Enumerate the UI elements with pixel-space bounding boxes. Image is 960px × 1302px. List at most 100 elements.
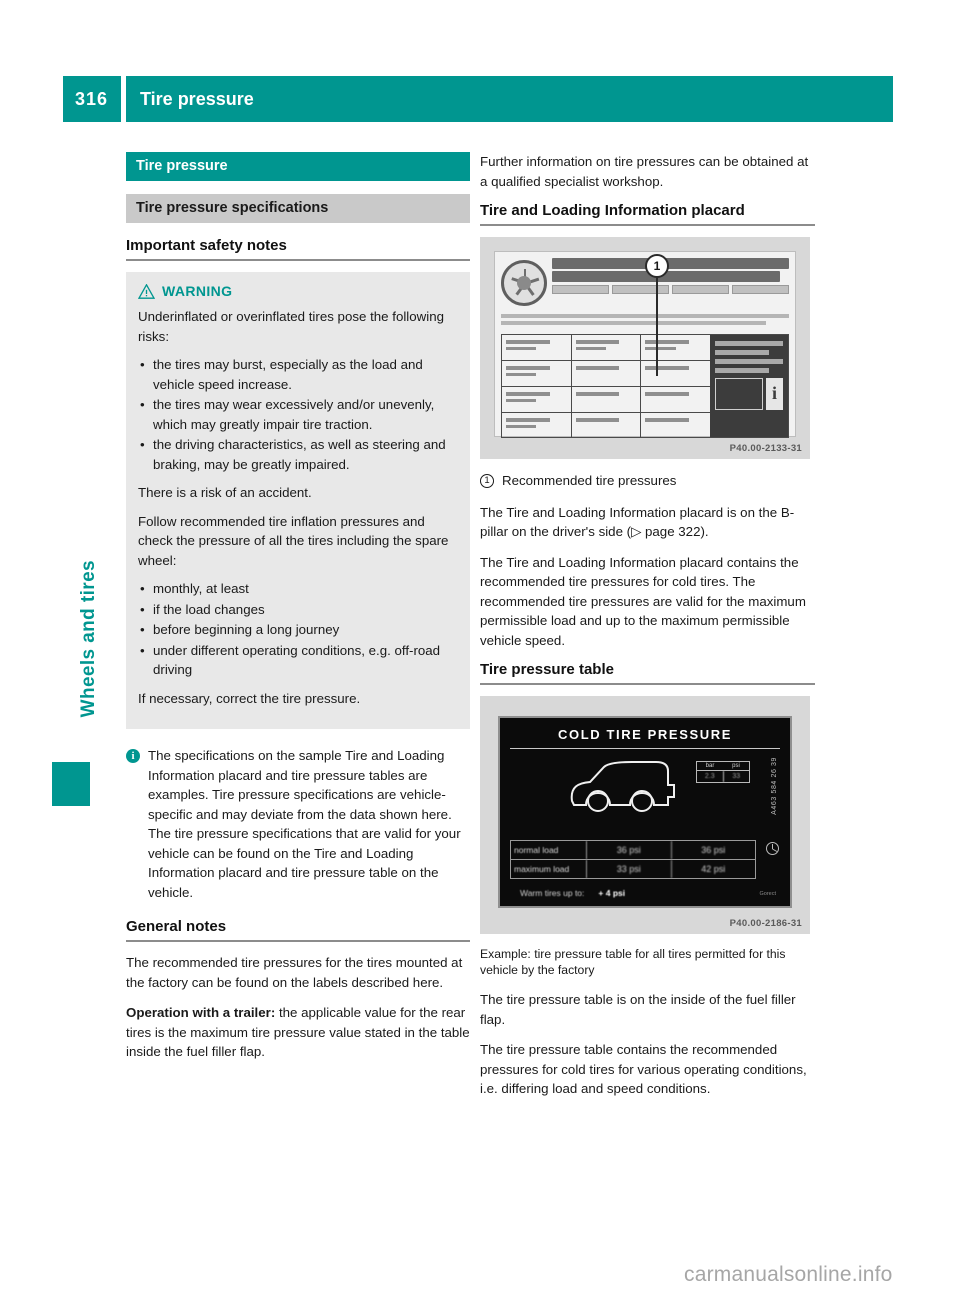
front-pressure-value: 33 psi: [587, 860, 672, 878]
placard-side-line: [715, 341, 783, 346]
heading-general-notes: General notes: [126, 918, 470, 942]
right-column: Further information on tire pressures ca…: [480, 152, 815, 1099]
warm-tires-footnote: Warm tires up to: + 4 psi: [520, 888, 625, 898]
info-note: i The specifications on the sample Tire …: [126, 746, 470, 902]
placard-table-column: [571, 335, 642, 437]
page-number: 316: [75, 89, 109, 109]
manual-book-icon: i: [715, 378, 783, 410]
row-label: maximum load: [511, 860, 587, 878]
heading-placard: Tire and Loading Information placard: [480, 202, 815, 226]
placard-figure: 1 i P40.00-2133-31: [480, 237, 810, 459]
callout-text: Recommended tire pressures: [502, 473, 677, 488]
warning-triangle-icon: [138, 283, 155, 299]
placard-cell: [641, 413, 710, 439]
pressure-grid: normal load 36 psi 36 psi maximum load 3…: [510, 840, 756, 879]
warning-risk-statement: There is a risk of an accident.: [138, 485, 312, 500]
vehicle-outline-icon: [570, 761, 675, 812]
placard-banner-line: [552, 258, 789, 269]
placard-cell: [641, 335, 711, 361]
wheel-spokes: [507, 266, 541, 300]
placard-side-line: [715, 359, 783, 364]
figure-code: P40.00-2186-31: [729, 918, 802, 929]
unit-conversion-box: bar psi 2.3 33: [696, 761, 750, 783]
list-item: the tires may burst, especially as the l…: [138, 355, 458, 394]
placard-sub-cell: [672, 285, 729, 294]
list-item: the tires may wear excessively and/or un…: [138, 395, 458, 434]
warning-label: WARNING: [162, 283, 233, 299]
placard-cell: [571, 335, 641, 361]
table-row: maximum load 33 psi 42 psi: [511, 860, 755, 878]
placard-leader-line: [656, 276, 658, 376]
rear-pressure-value: 36 psi: [701, 845, 726, 855]
heading-important-safety-notes: Important safety notes: [126, 237, 470, 261]
placard-table-columns: [502, 335, 711, 439]
info-note-text: The specifications on the sample Tire an…: [148, 748, 461, 900]
placard-text-line: [501, 321, 766, 325]
table-figure-caption: Example: tire pressure table for all tir…: [480, 947, 786, 977]
intro-paragraph: Further information on tire pressures ca…: [480, 154, 809, 189]
heading-tire-pressure-table: Tire pressure table: [480, 661, 815, 685]
page-title: Tire pressure: [140, 89, 254, 109]
table-location-paragraph: The tire pressure table is on the inside…: [480, 992, 796, 1027]
list-item: under different operating conditions, e.…: [138, 641, 458, 680]
placard-cell: [571, 387, 641, 413]
mercedes-star-icon: [766, 842, 779, 855]
warning-risks-list: the tires may burst, especially as the l…: [138, 355, 458, 474]
info-icon: i: [126, 749, 140, 763]
placard-sub-cell: [612, 285, 669, 294]
warning-header: WARNING: [138, 283, 458, 299]
header-title-box: Tire pressure: [126, 76, 893, 122]
warning-check-list: monthly, at least if the load changes be…: [138, 579, 458, 680]
warning-box: WARNING Underinflated or overinflated ti…: [126, 272, 470, 729]
placard-cell: [641, 361, 711, 387]
placard-owners-manual-panel: i: [710, 335, 788, 437]
list-item: if the load changes: [138, 600, 458, 620]
subsection-bar-specifications: Tire pressure specifications: [126, 194, 470, 223]
callout-recommended-pressures: 1 Recommended tire pressures: [480, 471, 815, 491]
list-item: before beginning a long journey: [138, 620, 458, 640]
placard-contents-paragraph: The Tire and Loading Information placard…: [480, 554, 806, 648]
unit-values: 2.3 33: [697, 770, 749, 782]
tire-pressure-table-figure: COLD TIRE PRESSURE bar psi 2.3 33 A463 5…: [480, 696, 810, 934]
unit-label-bar: bar: [705, 763, 715, 769]
placard-banner-subrow: [552, 285, 789, 294]
watermark: carmanualsonline.info: [684, 1263, 893, 1286]
unit-headers: bar psi: [697, 762, 749, 770]
placard-cell: [502, 387, 571, 413]
placard-paragraph-lines: [501, 314, 789, 330]
warning-follow-intro: Follow recommended tire inflation pressu…: [138, 513, 449, 568]
table-row: normal load 36 psi 36 psi: [511, 841, 755, 860]
trailer-label: Operation with a trailer:: [126, 1005, 276, 1020]
placard-text-line: [501, 314, 789, 318]
row-label: normal load: [511, 841, 587, 859]
general-notes-paragraph: The recommended tire pressures for the t…: [126, 955, 463, 990]
unit-value-psi: 33: [732, 773, 741, 780]
section-bar-tire-pressure: Tire pressure: [126, 152, 470, 181]
placard-cell: [571, 361, 641, 387]
information-icon: i: [766, 378, 783, 410]
table-body: bar psi 2.3 33 A463 584 26 39 normal loa…: [510, 749, 780, 898]
placard-sub-cell: [552, 285, 609, 294]
placard-cell: [502, 361, 571, 387]
placard-banner: [552, 258, 789, 310]
front-pressure-value: 36 psi: [587, 841, 672, 859]
wheel-icon: [501, 260, 547, 306]
left-column: Tire pressure Tire pressure specificatio…: [126, 152, 470, 1062]
header-page-number-box: 316: [63, 76, 121, 122]
page-header: 316 Tire pressure: [63, 76, 893, 122]
figure-code: P40.00-2133-31: [729, 443, 802, 454]
book-pages: [715, 378, 763, 410]
table-credit: Gorect: [759, 891, 776, 897]
chapter-tab-label: Wheels and tires: [78, 560, 99, 718]
placard-cell: [502, 413, 571, 439]
placard-callout-marker: 1: [645, 254, 669, 278]
chapter-tab-block: [52, 762, 90, 806]
placard-location-paragraph: The Tire and Loading Information placard…: [480, 504, 795, 540]
placard-table: i: [501, 334, 789, 438]
manual-page: 316 Tire pressure Wheels and tires Tire …: [0, 0, 960, 1302]
warning-closing: If necessary, correct the tire pressure.: [138, 690, 361, 706]
list-item: the driving characteristics, as well as …: [138, 435, 458, 474]
placard-table-column: [502, 335, 572, 437]
table-side-code: A463 584 26 39: [771, 757, 778, 815]
unit-value-bar: 2.3: [697, 771, 724, 782]
